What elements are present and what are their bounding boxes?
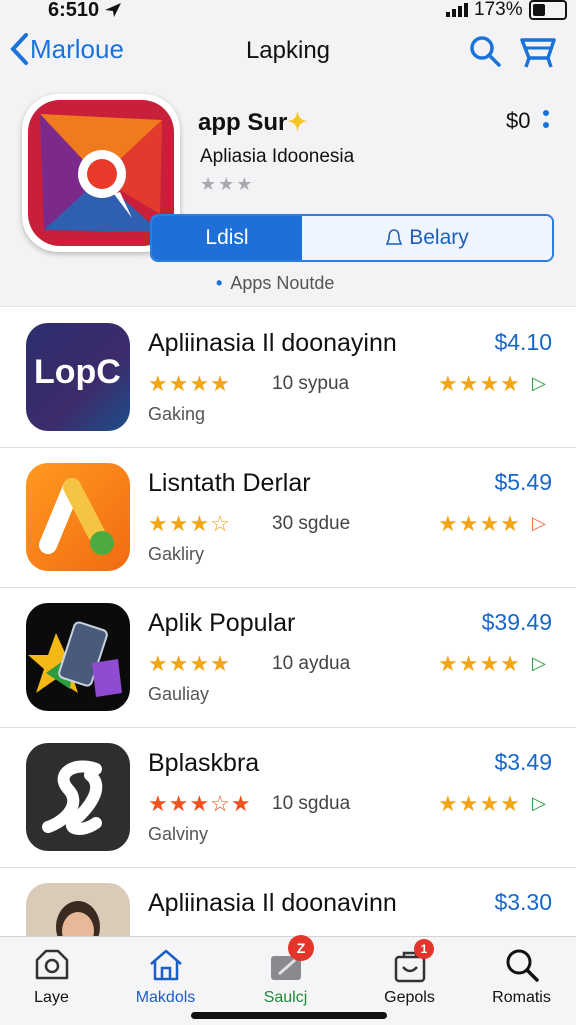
- battery-percent: 173%: [474, 0, 523, 20]
- app-list-item[interactable]: Lisntath Derlar $5.49 ★★★☆ 30 sgdue ★★★★…: [0, 447, 576, 588]
- rating-count: 30 sgdue: [272, 513, 351, 534]
- s-logo-icon: [26, 743, 130, 851]
- play-arrow-icon: ▷: [532, 373, 546, 393]
- featured-app-card[interactable]: app Sur✦ $0 Apliasia Idoonesia ★★★ Ldisl…: [0, 84, 576, 307]
- secondary-rating-stars: ★★★★: [438, 651, 521, 676]
- search-icon: [506, 949, 539, 982]
- tab-label: Laye: [34, 989, 69, 1006]
- segment-ldisl[interactable]: Ldisl: [152, 216, 302, 260]
- rating-count: 10 sypua: [272, 373, 350, 394]
- app-name: Bplaskbra: [148, 749, 260, 777]
- app-category: Gaking: [148, 404, 206, 424]
- home-indicator: [191, 1012, 387, 1019]
- app-price[interactable]: $3.49: [494, 749, 552, 776]
- app-category: Gauliay: [148, 684, 210, 704]
- notification-badge: 1: [414, 939, 434, 959]
- segmented-control: Ldisl Belary: [150, 214, 554, 262]
- tab-label: Gepols: [384, 989, 435, 1006]
- rating-stars: ★★★☆: [148, 511, 231, 536]
- tab-makdols[interactable]: Makdols: [108, 943, 223, 1007]
- app-name: Lisntath Derlar: [148, 469, 311, 497]
- app-name: Aplik Popular: [148, 609, 296, 637]
- app-price[interactable]: $3.30: [494, 889, 552, 916]
- tab-gepols[interactable]: 1 Gepols: [352, 939, 467, 1007]
- rating-stars: ★★★★: [148, 651, 231, 676]
- tab-saulcj[interactable]: Z Saulcj: [228, 935, 343, 1007]
- sparkle-icon: ✦: [287, 109, 308, 136]
- tab-label: Saulcj: [263, 989, 308, 1006]
- tab-laye[interactable]: Laye: [0, 943, 109, 1007]
- rating-count: 10 sgdua: [272, 793, 351, 814]
- play-arrow-icon: ▷: [532, 653, 546, 673]
- nav-bar: Marloue Lapking: [0, 22, 576, 84]
- notification-badge: Z: [288, 935, 314, 961]
- battery-icon: [529, 0, 567, 20]
- cart-icon[interactable]: [518, 34, 558, 70]
- app-name: Apliinasia Il doonavinn: [148, 889, 397, 917]
- lopc-icon: LopC: [26, 323, 130, 431]
- featured-app-name: app Sur✦: [198, 109, 308, 136]
- rating-stars: ★★★☆★: [148, 791, 252, 816]
- camera-icon: [35, 949, 68, 980]
- featured-app-price: $0: [506, 108, 531, 133]
- app-list-item[interactable]: Aplik Popular $39.49 ★★★★ 10 aydua ★★★★ …: [0, 587, 576, 728]
- secondary-rating-stars: ★★★★: [438, 511, 521, 536]
- app-list-item[interactable]: Bplaskbra $3.49 ★★★☆★ 10 sgdua ★★★★ ▷ Ga…: [0, 727, 576, 868]
- a-logo-icon: [26, 463, 130, 571]
- rating-stars: ★★★★: [148, 371, 231, 396]
- bell-icon: [386, 229, 403, 245]
- app-price[interactable]: $4.10: [494, 329, 552, 356]
- featured-app-rating: ★★★: [200, 174, 255, 194]
- status-time: 6:510: [48, 0, 100, 21]
- segment-belary-label: Belary: [409, 226, 469, 249]
- app-name: Apliinasia Il doonayinn: [148, 329, 397, 357]
- featured-note: • Apps Noutde: [216, 273, 335, 293]
- bullet-dot-icon: •: [216, 273, 223, 293]
- search-icon[interactable]: [468, 34, 502, 68]
- app-list-item[interactable]: LopC Apliinasia Il doonayinn $4.10 ★★★★ …: [0, 307, 576, 448]
- signal-icon: [446, 3, 468, 17]
- app-price[interactable]: $39.49: [482, 609, 552, 636]
- more-options-icon[interactable]: [540, 108, 552, 132]
- phone-star-icon: [26, 603, 130, 711]
- tab-romatis[interactable]: Romatis: [464, 943, 576, 1007]
- play-arrow-icon: ▷: [532, 793, 546, 813]
- rating-count: 10 aydua: [272, 653, 351, 674]
- app-category: Galviny: [148, 824, 209, 844]
- secondary-rating-stars: ★★★★: [438, 371, 521, 396]
- app-category: Gakliry: [148, 544, 205, 564]
- app-price[interactable]: $5.49: [494, 469, 552, 496]
- featured-app-subtitle: Apliasia Idoonesia: [200, 146, 355, 167]
- play-arrow-icon: ▷: [532, 513, 546, 533]
- tab-label: Romatis: [492, 989, 551, 1006]
- segment-belary[interactable]: Belary: [302, 216, 552, 260]
- home-icon: [149, 949, 182, 981]
- status-bar: 6:510 173%: [0, 0, 576, 22]
- secondary-rating-stars: ★★★★: [438, 791, 521, 816]
- tab-label: Makdols: [135, 989, 196, 1006]
- location-arrow-icon: [105, 3, 121, 17]
